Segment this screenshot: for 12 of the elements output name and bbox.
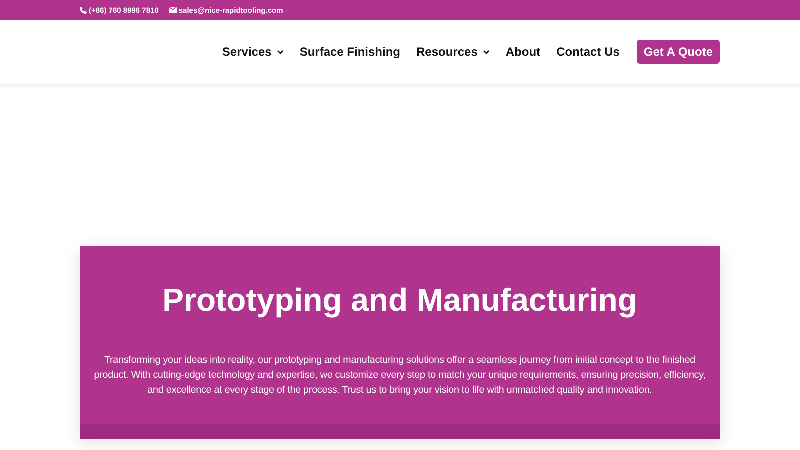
nav-link[interactable]: Resources — [416, 45, 490, 59]
phone-icon — [80, 6, 87, 14]
hero-description: Transforming your ideas into reality, our prototyping and manufacturing solutions offer a seamless journey from initial concept to the finished product. With cutting-edge technology and expertise, we customize every step to match your unique requirements, ensuring precision, efficiency, and excellence at every stage of the process. Trust us to bring your vision to life with unmatched quality and innovation. — [94, 354, 706, 398]
nav-link[interactable]: Contact Us — [556, 45, 620, 59]
chevron-down-icon — [482, 50, 490, 54]
hero-title: Prototyping and Manufacturing — [162, 282, 638, 319]
mail-icon — [168, 7, 177, 13]
chevron-down-icon — [276, 50, 284, 54]
quote-button[interactable]: Get A Quote — [636, 40, 720, 64]
nav-link[interactable]: Surface Finishing — [300, 45, 400, 59]
nav-link[interactable]: Services — [222, 45, 284, 59]
nav-link[interactable]: About — [506, 45, 541, 59]
